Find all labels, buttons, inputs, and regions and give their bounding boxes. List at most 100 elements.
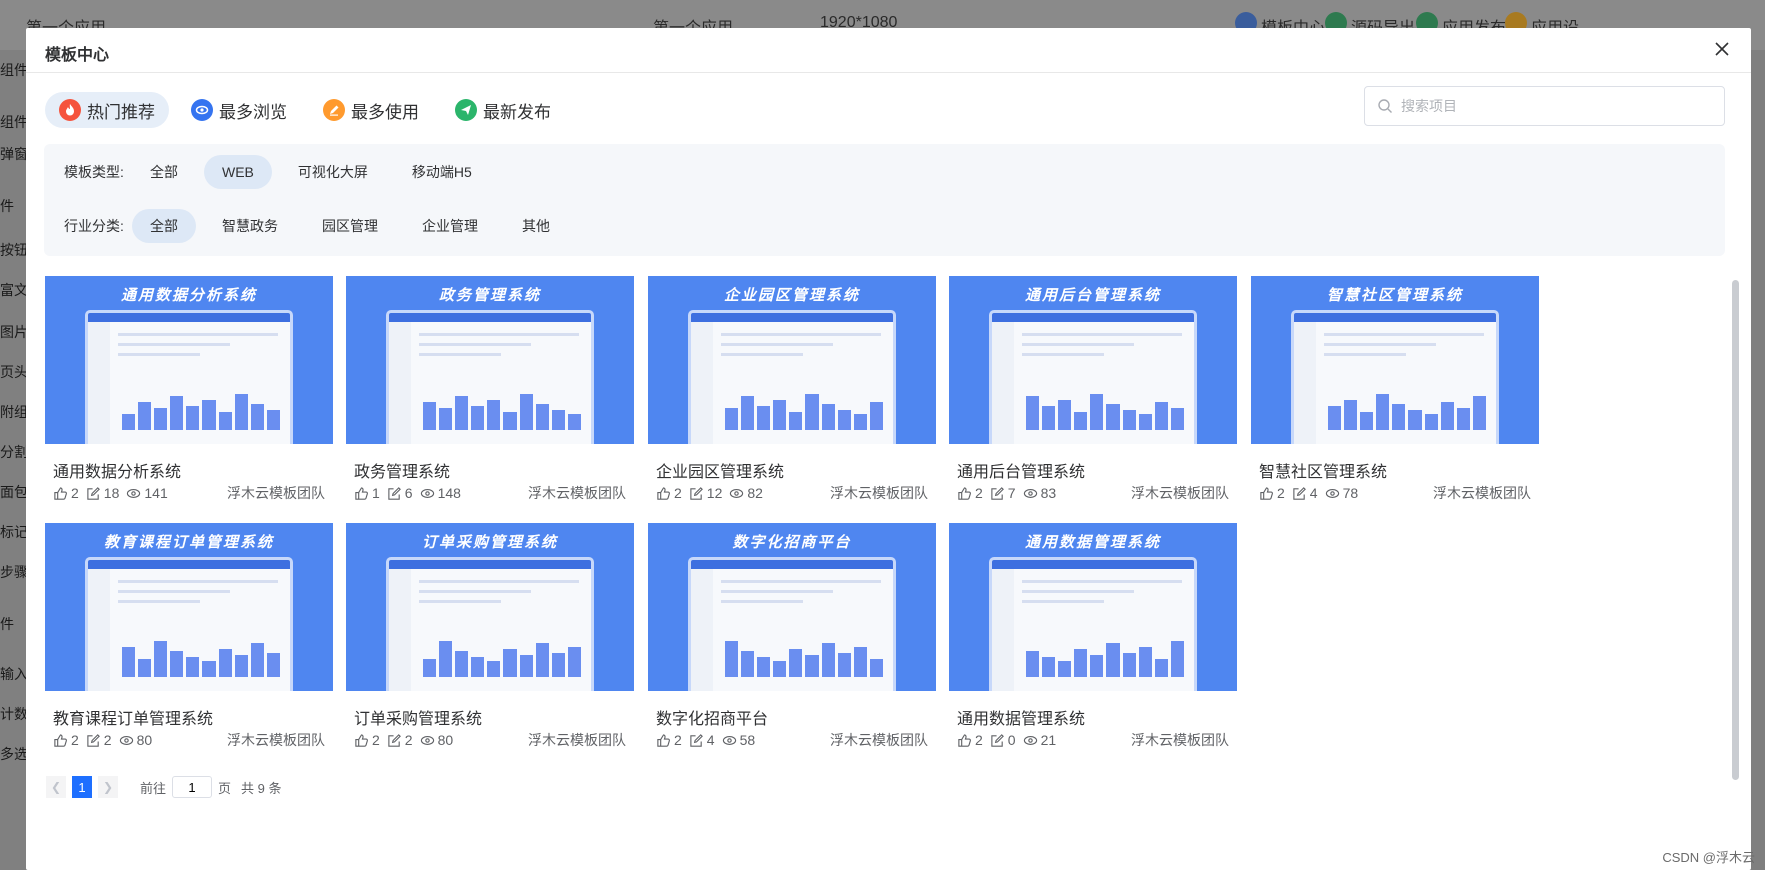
edit-icon [87, 486, 100, 500]
template-title[interactable]: 订单采购管理系统 [354, 705, 482, 729]
eye-icon [420, 488, 434, 498]
template-thumbnail[interactable]: 智慧社区管理系统 [1251, 276, 1539, 444]
edit-icon [991, 733, 1004, 747]
uses: 4 [689, 732, 715, 748]
tab-hot[interactable]: 热门推荐 [45, 92, 169, 128]
industry-option-government[interactable]: 智慧政务 [204, 209, 296, 243]
edit-icon [690, 486, 703, 500]
likes[interactable]: 2 [656, 732, 682, 748]
type-option-all[interactable]: 全部 [132, 155, 196, 189]
thumbnail-title: 智慧社区管理系统 [1326, 287, 1463, 304]
scrollbar[interactable] [1732, 280, 1739, 780]
template-title[interactable]: 通用后台管理系统 [957, 458, 1085, 482]
bg-side-label: 件 [0, 616, 14, 632]
watermark: CSDN @浮木云 [1662, 850, 1755, 865]
template-title[interactable]: 政务管理系统 [354, 458, 450, 482]
likes[interactable]: 2 [1259, 485, 1285, 501]
thumbnail-preview [85, 557, 293, 691]
uses: 2 [387, 732, 413, 748]
template-thumbnail[interactable]: 政务管理系统 [346, 276, 634, 444]
template-thumbnail[interactable]: 数字化招商平台 [648, 523, 936, 691]
uses-count: 7 [1007, 485, 1016, 501]
template-card[interactable]: 通用数据管理系统 通用数据管理系统 2 0 21 浮木云模板团队 [949, 523, 1237, 763]
template-card[interactable]: 智慧社区管理系统 智慧社区管理系统 2 4 78 浮木云模板团队 [1251, 276, 1539, 516]
bg-side-label: 步骤 [0, 564, 26, 580]
uses: 12 [689, 485, 722, 501]
sort-tabs: 热门推荐 最多浏览 最多使用 最新发布 [45, 92, 565, 128]
template-card[interactable]: 通用后台管理系统 通用后台管理系统 2 7 83 浮木云模板团队 [949, 276, 1237, 516]
send-icon [455, 99, 477, 121]
uses-count: 0 [1007, 732, 1016, 748]
search-box [1364, 86, 1725, 126]
views: 80 [420, 732, 453, 748]
template-thumbnail[interactable]: 企业园区管理系统 [648, 276, 936, 444]
thumbnail-title: 通用后台管理系统 [1024, 287, 1161, 304]
template-title[interactable]: 智慧社区管理系统 [1259, 458, 1387, 482]
tab-most-viewed[interactable]: 最多浏览 [177, 92, 301, 128]
industry-filter: 行业分类: 全部 智慧政务 园区管理 企业管理 其他 [44, 209, 568, 243]
template-thumbnail[interactable]: 通用数据分析系统 [45, 276, 333, 444]
template-card[interactable]: 订单采购管理系统 订单采购管理系统 2 2 80 浮木云模板团队 [346, 523, 634, 763]
likes[interactable]: 2 [957, 732, 983, 748]
template-card[interactable]: 通用数据分析系统 通用数据分析系统 2 18 141 浮木云模板团队 [45, 276, 333, 516]
tab-label: 最多浏览 [219, 102, 287, 122]
template-title[interactable]: 企业园区管理系统 [656, 458, 784, 482]
template-title[interactable]: 通用数据分析系统 [53, 458, 181, 482]
thumbs-up-icon [54, 733, 67, 747]
likes[interactable]: 2 [53, 732, 79, 748]
tab-newest[interactable]: 最新发布 [441, 92, 565, 128]
bg-side-label: 件 [0, 198, 14, 214]
goto-suffix: 页 [218, 780, 232, 796]
likes[interactable]: 2 [354, 732, 380, 748]
views-count: 80 [136, 732, 153, 748]
type-option-bigscreen[interactable]: 可视化大屏 [280, 155, 386, 189]
thumbnail-title: 企业园区管理系统 [723, 287, 860, 304]
close-button[interactable] [1711, 38, 1733, 60]
tab-most-used[interactable]: 最多使用 [309, 92, 433, 128]
template-card[interactable]: 数字化招商平台 数字化招商平台 2 4 58 浮木云模板团队 [648, 523, 936, 763]
type-option-mobile[interactable]: 移动端H5 [394, 155, 490, 189]
template-stats: 1 6 148 浮木云模板团队 [354, 484, 626, 502]
page-number-current[interactable]: 1 [72, 776, 92, 798]
likes[interactable]: 2 [957, 485, 983, 501]
template-card[interactable]: 企业园区管理系统 企业园区管理系统 2 12 82 浮木云模板团队 [648, 276, 936, 516]
thumbnail-preview [386, 310, 594, 444]
thumbnail-preview [688, 557, 896, 691]
template-card[interactable]: 政务管理系统 政务管理系统 1 6 148 浮木云模板团队 [346, 276, 634, 516]
template-title[interactable]: 教育课程订单管理系统 [53, 705, 213, 729]
bg-side-label: 图片 [0, 324, 26, 340]
template-thumbnail[interactable]: 订单采购管理系统 [346, 523, 634, 691]
likes[interactable]: 2 [53, 485, 79, 501]
views: 21 [1023, 732, 1056, 748]
eye-icon [420, 735, 434, 745]
edit-icon [388, 733, 401, 747]
edit-icon [388, 486, 401, 500]
thumbs-up-icon [54, 486, 67, 500]
bg-side-label: 计数 [0, 706, 26, 722]
likes-count: 2 [71, 485, 79, 501]
goto-page-input[interactable] [172, 776, 213, 798]
thumbnail-preview [386, 557, 594, 691]
template-thumbnail[interactable]: 通用后台管理系统 [949, 276, 1237, 444]
template-title[interactable]: 通用数据管理系统 [957, 705, 1085, 729]
bg-side-label: 输入 [0, 666, 26, 682]
industry-option-all[interactable]: 全部 [132, 209, 196, 243]
template-card[interactable]: 教育课程订单管理系统 教育课程订单管理系统 2 2 80 浮木云模板团队 [45, 523, 333, 763]
fire-icon [59, 99, 81, 121]
background-sidebar: 组件 组件 弹窗件按钮 富文 图片 页头 附组 分割 面包 标记 步骤件输入 计数 多选 [0, 50, 26, 870]
prev-page-button[interactable]: ❮ [46, 776, 66, 798]
template-thumbnail[interactable]: 通用数据管理系统 [949, 523, 1237, 691]
next-page-button[interactable]: ❯ [98, 776, 118, 798]
search-input[interactable] [1401, 98, 1701, 114]
industry-option-park[interactable]: 园区管理 [304, 209, 396, 243]
template-thumbnail[interactable]: 教育课程订单管理系统 [45, 523, 333, 691]
template-type-filter: 模板类型: 全部 WEB 可视化大屏 移动端H5 [44, 155, 490, 189]
template-title[interactable]: 数字化招商平台 [656, 705, 768, 729]
likes[interactable]: 1 [354, 485, 380, 501]
industry-option-other[interactable]: 其他 [504, 209, 568, 243]
industry-option-enterprise[interactable]: 企业管理 [404, 209, 496, 243]
likes[interactable]: 2 [656, 485, 682, 501]
uses-count: 6 [404, 485, 413, 501]
template-stats: 2 12 82 浮木云模板团队 [656, 484, 928, 502]
type-option-web[interactable]: WEB [204, 155, 272, 189]
